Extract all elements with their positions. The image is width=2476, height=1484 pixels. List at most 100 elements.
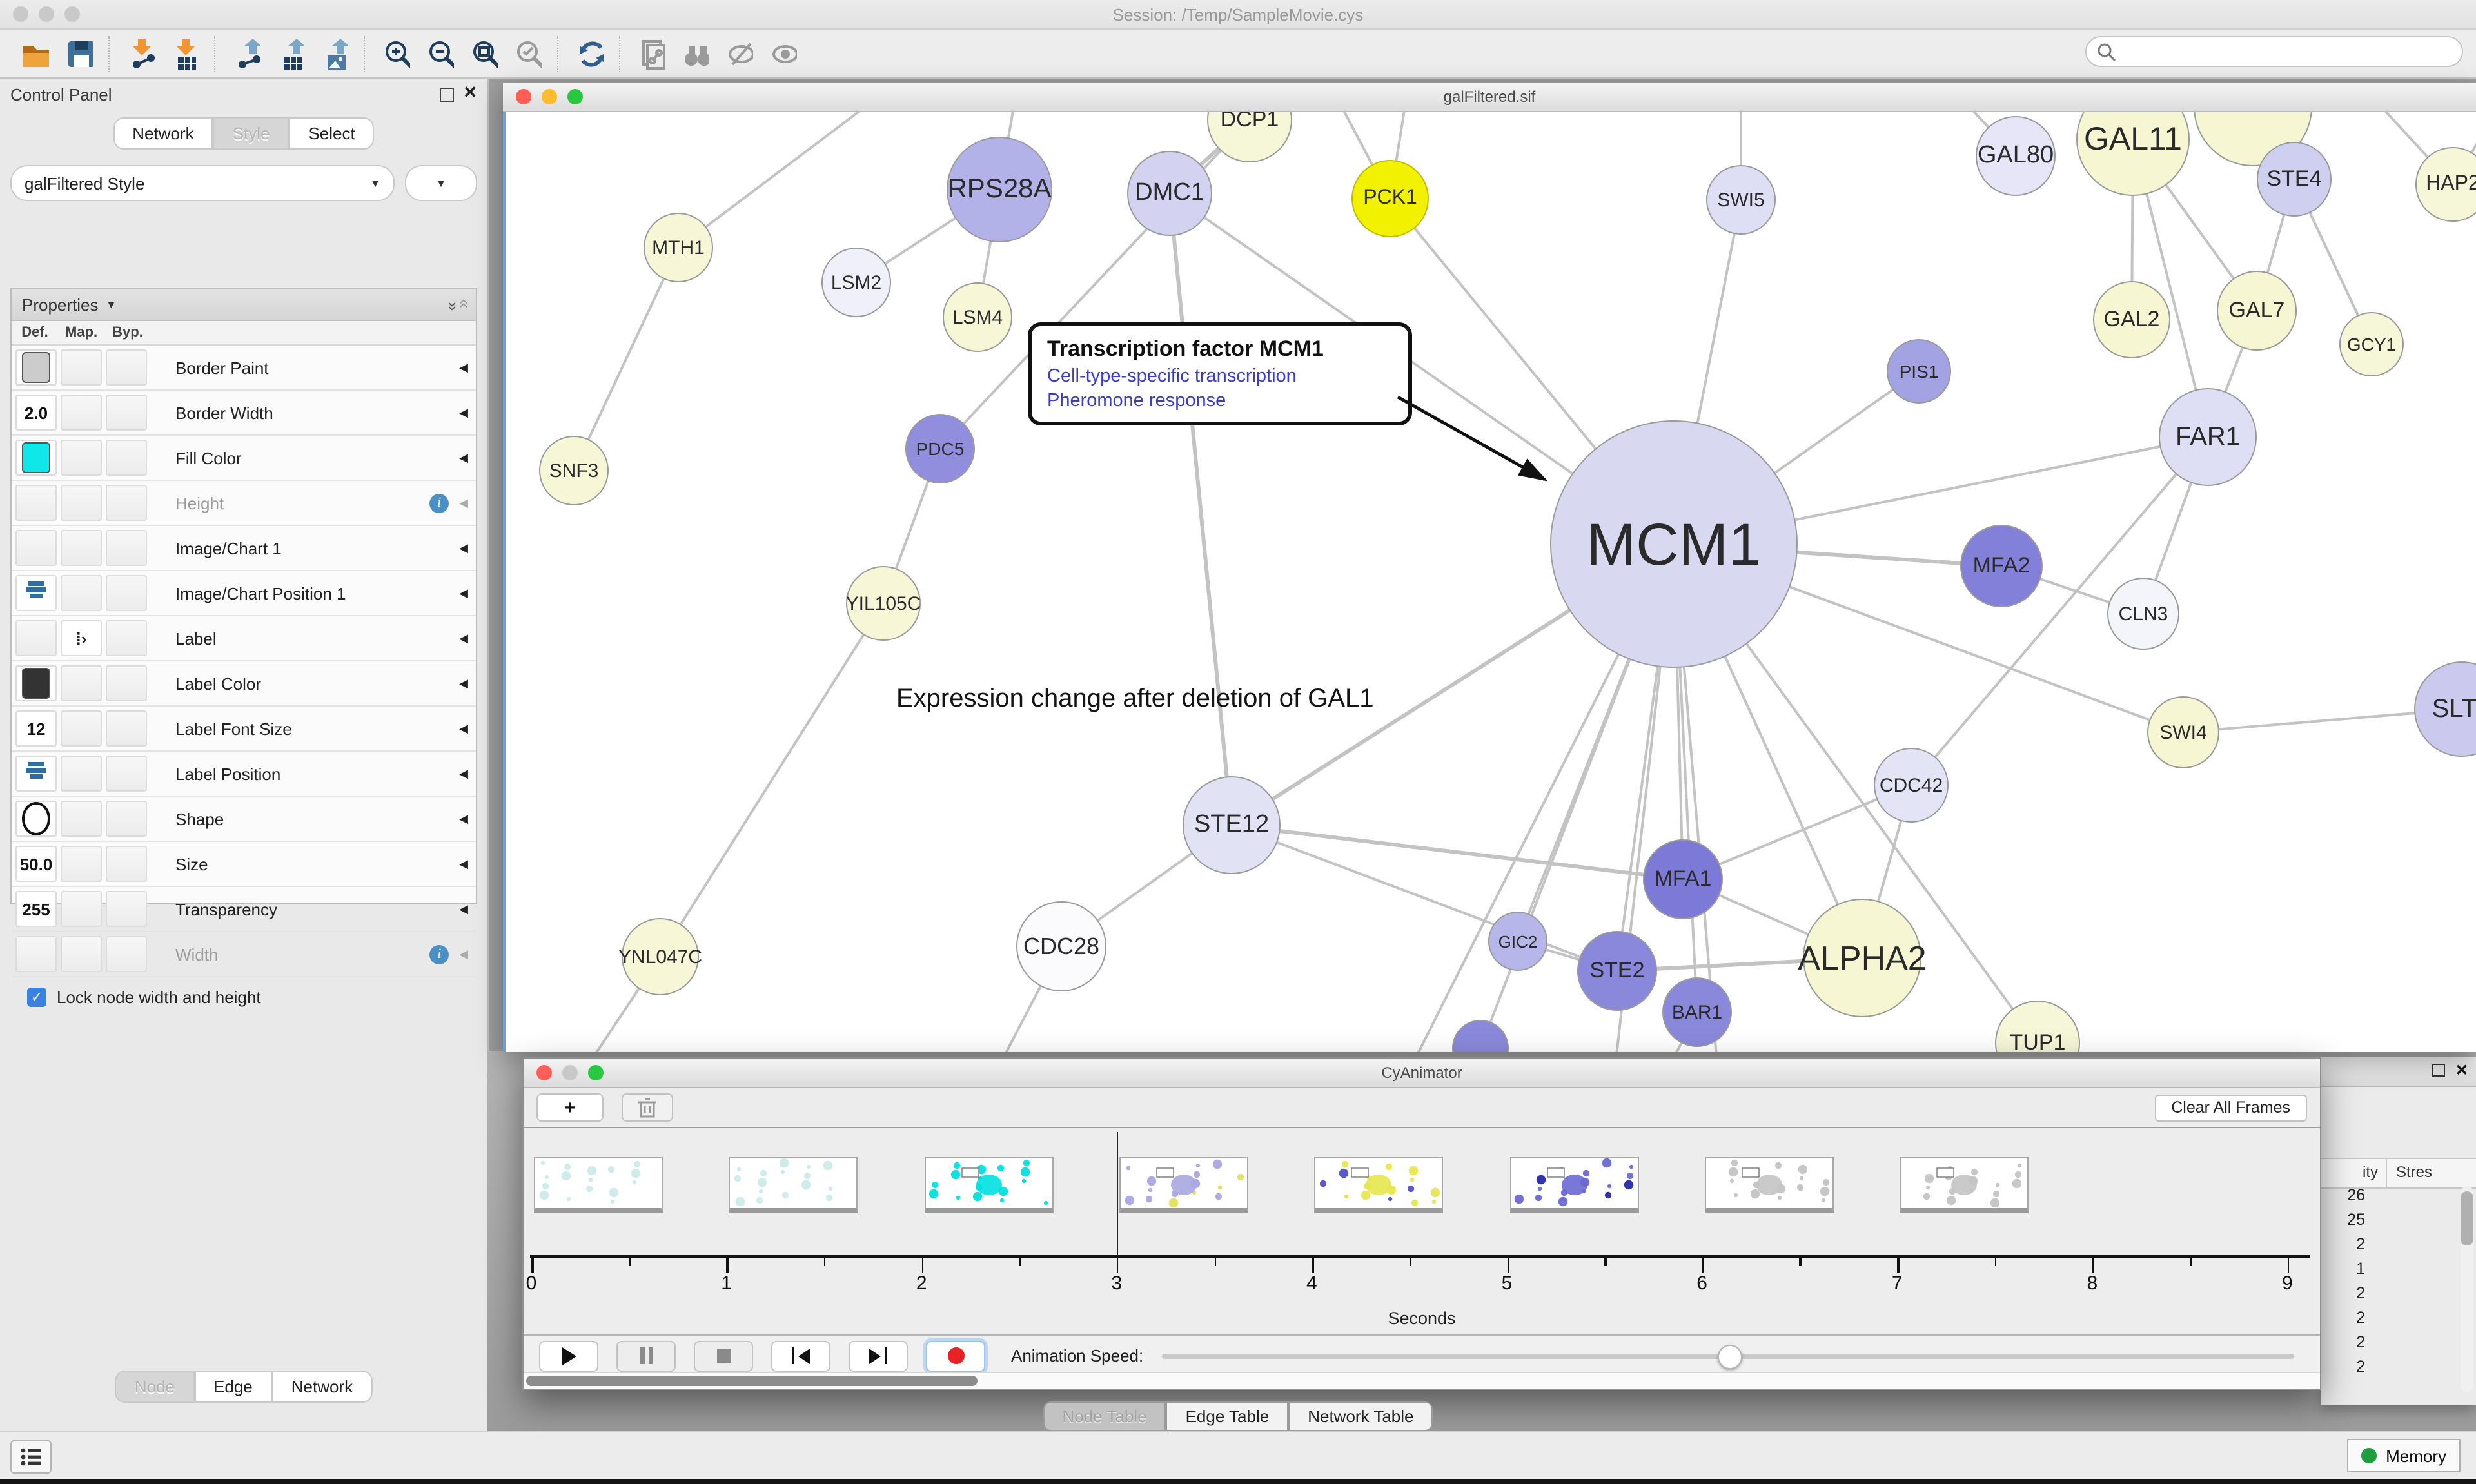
network-node-pis1[interactable]: PIS1: [1887, 339, 1951, 404]
network-node-bar1[interactable]: BAR1: [1662, 977, 1732, 1047]
frame-thumbnail-3[interactable]: [1119, 1157, 1248, 1213]
property-row[interactable]: 50.0Size◀: [12, 842, 476, 887]
property-def-cell[interactable]: 2.0: [15, 395, 57, 431]
animation-timeline[interactable]: Seconds 0123456789: [524, 1127, 2320, 1334]
expand-row-icon[interactable]: ◀: [459, 631, 468, 645]
network-node-ste12[interactable]: STE12: [1183, 776, 1281, 874]
property-def-cell[interactable]: 255: [15, 891, 57, 927]
record-button[interactable]: [926, 1340, 985, 1371]
network-node-cdc28[interactable]: CDC28: [1016, 901, 1106, 991]
tab-style[interactable]: Style: [213, 117, 290, 150]
network-canvas[interactable]: RPS28BDCP1RPS28ADMC1PCK1MTH1LSM2LSM4SWI5…: [503, 112, 2476, 1052]
property-row[interactable]: 12Label Font Size◀: [12, 707, 476, 752]
close-table-icon[interactable]: ✕: [2455, 1064, 2468, 1077]
tab-edge-table[interactable]: Edge Table: [1166, 1401, 1289, 1430]
expand-row-icon[interactable]: ◀: [459, 812, 468, 826]
first-frame-button[interactable]: [771, 1340, 830, 1371]
property-byp-cell[interactable]: [106, 710, 147, 747]
zoom-selected-button[interactable]: [506, 33, 549, 74]
property-def-cell[interactable]: [15, 349, 57, 386]
cyanimator-titlebar[interactable]: CyAnimator: [524, 1059, 2320, 1088]
property-row[interactable]: ⁞›Label◀: [12, 616, 476, 661]
import-table-button[interactable]: [162, 33, 206, 74]
last-frame-button[interactable]: [849, 1340, 908, 1371]
property-map-cell[interactable]: [61, 575, 102, 611]
tab-node-table[interactable]: Node Table: [1043, 1401, 1166, 1430]
export-table-button[interactable]: [268, 33, 312, 74]
property-row[interactable]: Widthi◀: [12, 932, 476, 977]
property-map-cell[interactable]: [61, 710, 102, 747]
network-node-ste2[interactable]: STE2: [1577, 931, 1657, 1011]
property-def-cell[interactable]: [15, 620, 57, 656]
property-map-cell[interactable]: [61, 440, 102, 476]
search-network-button[interactable]: [673, 33, 717, 74]
duplicate-network-button[interactable]: [629, 33, 673, 74]
memory-button[interactable]: Memory: [2347, 1439, 2461, 1472]
property-byp-cell[interactable]: [106, 891, 147, 927]
slider-thumb[interactable]: [1718, 1344, 1742, 1369]
network-node-pdc5[interactable]: PDC5: [905, 414, 975, 483]
frame-thumbnail-1[interactable]: [729, 1157, 858, 1213]
import-network-button[interactable]: [119, 33, 162, 74]
property-def-cell[interactable]: [15, 440, 57, 476]
property-def-cell[interactable]: [15, 485, 57, 521]
info-icon[interactable]: i: [429, 944, 449, 964]
network-node-snf3[interactable]: SNF3: [539, 436, 609, 505]
export-network-button[interactable]: [224, 33, 268, 74]
expand-row-icon[interactable]: ◀: [459, 721, 468, 736]
property-byp-cell[interactable]: [106, 575, 147, 611]
frame-thumbnail-4[interactable]: [1314, 1157, 1443, 1213]
property-row[interactable]: Fill Color◀: [12, 436, 476, 481]
frame-thumbnail-5[interactable]: [1509, 1157, 1638, 1213]
network-node-far1[interactable]: FAR1: [2159, 388, 2257, 486]
global-search-field[interactable]: [2085, 36, 2463, 67]
property-byp-cell[interactable]: [106, 620, 147, 656]
property-row[interactable]: 255Transparency◀: [12, 887, 476, 932]
style-selector-dropdown[interactable]: galFiltered Style ▼: [10, 165, 395, 201]
style-options-button[interactable]: ▼: [405, 165, 477, 201]
tab-network-bottom[interactable]: Network: [272, 1371, 372, 1403]
pause-button[interactable]: [616, 1340, 676, 1371]
property-byp-cell[interactable]: [106, 440, 147, 476]
network-node-yil105c[interactable]: YIL105C: [846, 566, 921, 641]
stop-button[interactable]: [694, 1340, 753, 1371]
property-row[interactable]: Label Position◀: [12, 752, 476, 797]
zoom-fit-button[interactable]: [462, 33, 506, 74]
network-node-pck1[interactable]: PCK1: [1351, 160, 1429, 237]
property-row[interactable]: Image/Chart Position 1◀: [12, 571, 476, 616]
property-def-cell[interactable]: [15, 530, 57, 566]
close-panel-icon[interactable]: ✕: [463, 83, 477, 103]
property-map-cell[interactable]: [61, 349, 102, 386]
search-input[interactable]: [2116, 41, 2462, 62]
animator-hscrollbar[interactable]: [524, 1372, 2320, 1389]
info-icon[interactable]: i: [429, 493, 449, 513]
expand-row-icon[interactable]: ◀: [459, 766, 468, 781]
network-node-cln3[interactable]: CLN3: [2107, 578, 2179, 650]
show-panels-button[interactable]: [10, 1440, 52, 1474]
annotation-link[interactable]: Cell-type-specific transcription: [1047, 366, 1393, 387]
network-node-cdc42[interactable]: CDC42: [1874, 748, 1949, 823]
property-def-cell[interactable]: 50.0: [15, 846, 57, 882]
property-byp-cell[interactable]: [106, 936, 147, 972]
tab-select[interactable]: Select: [289, 117, 374, 150]
property-map-cell[interactable]: [61, 395, 102, 431]
property-row[interactable]: Heighti◀: [12, 481, 476, 526]
hide-details-button[interactable]: [717, 33, 761, 74]
expand-row-icon[interactable]: ◀: [459, 857, 468, 871]
expand-row-icon[interactable]: ◀: [459, 586, 468, 600]
zoom-in-button[interactable]: [374, 33, 418, 74]
add-frame-button[interactable]: +: [536, 1093, 604, 1122]
property-byp-cell[interactable]: [106, 349, 147, 386]
apply-layout-button[interactable]: [567, 33, 611, 74]
float-table-icon[interactable]: [2432, 1064, 2445, 1077]
frame-thumbnail-2[interactable]: [924, 1157, 1053, 1213]
zoom-out-button[interactable]: [418, 33, 462, 74]
play-button[interactable]: [539, 1340, 598, 1371]
tab-edge[interactable]: Edge: [194, 1371, 272, 1403]
lock-size-row[interactable]: ✓ Lock node width and height: [12, 977, 476, 1007]
table-scrollbar-thumb[interactable]: [2461, 1191, 2473, 1245]
network-node-mth1[interactable]: MTH1: [644, 213, 713, 282]
network-node-gcy1[interactable]: GCY1: [2339, 312, 2404, 376]
property-row[interactable]: Border Paint◀: [12, 346, 476, 391]
tab-node[interactable]: Node: [115, 1371, 194, 1403]
